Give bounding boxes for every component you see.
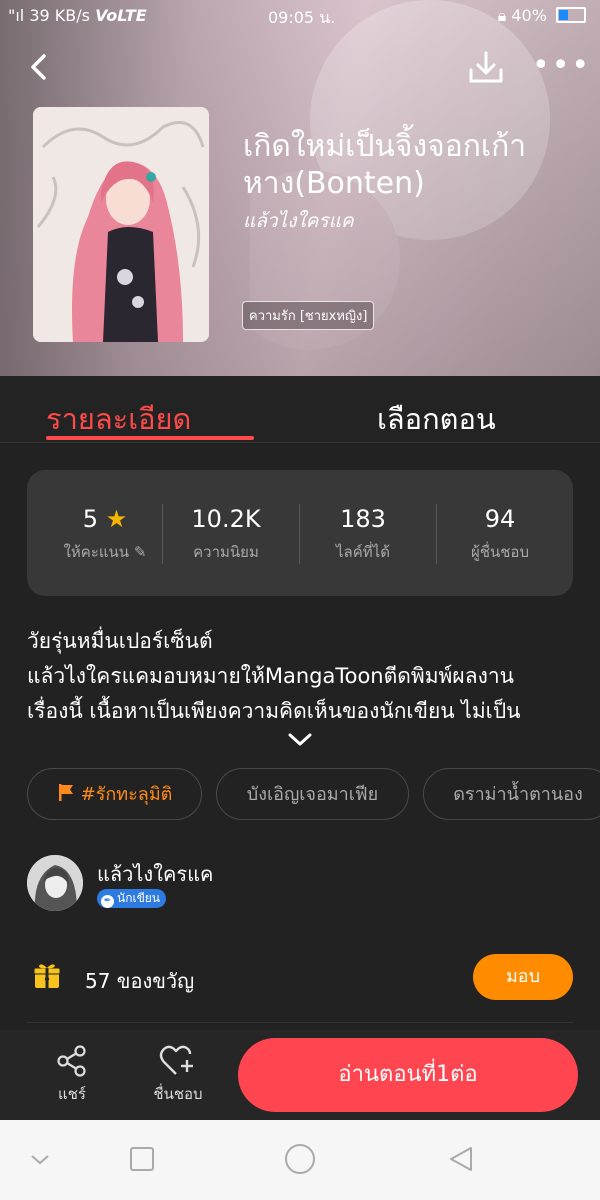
network-type: VoLTE [95, 6, 147, 25]
more-icon: ••• [532, 48, 592, 83]
active-tab-indicator [46, 436, 254, 440]
rotation-lock-icon: 🔒︎ [497, 6, 507, 25]
status-left: "ıl 39 KB/s VoLTE [8, 6, 147, 25]
status-bar: "ıl 39 KB/s VoLTE 09:05 น. 🔒︎ 40% [0, 0, 600, 32]
stat-likes-label: ไลค์ที่ได้ [336, 543, 390, 561]
book-description: วัยรุ่นหมื่นเปอร์เซ็นต์ แล้วไงใครแคมอบหม… [27, 624, 575, 729]
book-title: เกิดใหม่เป็นจิ้งจอกเก้าหาง(Bonten) [243, 129, 527, 201]
stat-rating-value: 5 ★ [37, 504, 173, 534]
stat-likes-value: 183 [340, 505, 386, 533]
signal-icon: "ıl [8, 6, 25, 25]
chevron-down-icon [288, 733, 312, 746]
download-icon [469, 51, 503, 83]
continue-reading-button[interactable]: อ่านตอนที่1ต่อ [238, 1038, 578, 1112]
stats-card: 5 ★ ให้คะแนน ✎ 10.2K ความนิยม 183 ไลค์ที… [27, 470, 573, 596]
description-line: แล้วไงใครแคมอบหมายให้MangaToonตีดพิมพ์ผล… [27, 664, 514, 688]
favorite-button[interactable]: ชื่นชอบ [143, 1044, 213, 1106]
stat-popularity-value: 10.2K [191, 505, 261, 533]
share-button[interactable]: แชร์ [37, 1044, 107, 1106]
cover-illustration [33, 107, 209, 342]
status-clock: 09:05 น. [268, 8, 336, 27]
share-icon [57, 1045, 86, 1077]
gift-count: 57 ของขวัญ [85, 969, 195, 993]
share-label: แชร์ [58, 1085, 86, 1103]
stat-popularity-label: ความนิยม [193, 543, 259, 561]
section-divider [27, 1022, 573, 1023]
home-circle-icon[interactable] [284, 1143, 316, 1175]
author-avatar[interactable] [27, 855, 83, 911]
stat-rating[interactable]: 5 ★ ให้คะแนน ✎ [37, 504, 173, 564]
stat-popularity: 10.2K ความนิยม [158, 504, 294, 564]
battery-percent: 40% [511, 6, 547, 25]
heart-plus-icon [159, 1045, 193, 1075]
avatar-image [27, 855, 83, 911]
tag-chips: #รักทะลุมิติ บังเอิญเจอมาเฟีย ดราม่าน้ำต… [27, 768, 600, 822]
pen-nib-icon: ✒ [101, 895, 114, 908]
stat-fans: 94 ผู้ชื่นชอบ [432, 504, 568, 564]
chip-romance[interactable]: #รักทะลุมิติ [27, 768, 202, 820]
book-author[interactable]: แล้วไงใครแค [243, 206, 354, 236]
back-triangle-icon[interactable] [447, 1145, 475, 1173]
description-line: เรื่องนี้ เนื้อหาเป็นเพียงความคิดเห็นของ… [27, 699, 521, 723]
genre-tag[interactable]: ความรัก [ชายxหญิง] [242, 301, 375, 330]
stat-rating-label: ให้คะแนน ✎ [37, 540, 173, 564]
hide-nav-chevron-icon[interactable] [28, 1152, 52, 1168]
author-name[interactable]: แล้วไงใครแค [97, 858, 213, 890]
tab-bar: รายละเอียด เลือกตอน [0, 376, 600, 443]
chevron-left-icon [31, 54, 46, 80]
stat-likes: 183 ไลค์ที่ได้ [295, 504, 431, 564]
chip-drama[interactable]: ดราม่าน้ำตานอง [423, 768, 600, 820]
battery-icon [556, 7, 586, 23]
tab-episodes[interactable]: เลือกตอน [377, 396, 496, 442]
flag-icon [58, 784, 73, 801]
writer-badge: ✒ นักเขียน [97, 889, 167, 908]
rating-value: 5 [82, 505, 99, 533]
book-cover[interactable] [33, 107, 209, 342]
stat-fans-label: ผู้ชื่นชอบ [471, 543, 529, 561]
rating-label: ให้คะแนน [63, 543, 130, 561]
more-options-button[interactable]: ••• [532, 51, 589, 84]
bottom-action-bar: แชร์ ชื่นชอบ อ่านตอนที่1ต่อ [0, 1030, 600, 1120]
pencil-icon: ✎ [133, 543, 147, 561]
status-right: 🔒︎ 40% [498, 6, 586, 26]
chip-mafia[interactable]: บังเอิญเจอมาเฟีย [216, 768, 409, 820]
chip-label: #รักทะลุมิติ [80, 784, 173, 805]
system-navigation-bar [0, 1120, 600, 1200]
back-button[interactable] [20, 48, 60, 88]
star-icon: ★ [105, 505, 128, 533]
network-speed: 39 KB/s [29, 6, 90, 25]
gift-icon [33, 964, 61, 988]
description-line: วัยรุ่นหมื่นเปอร์เซ็นต์ [27, 629, 213, 653]
writer-badge-label: นักเขียน [117, 891, 161, 905]
recents-square-icon[interactable] [128, 1145, 156, 1173]
give-gift-button[interactable]: มอบ [473, 954, 573, 1000]
expand-description-button[interactable] [286, 728, 314, 752]
stat-fans-value: 94 [484, 505, 516, 533]
favorite-label: ชื่นชอบ [153, 1085, 203, 1103]
download-button[interactable] [466, 48, 506, 88]
